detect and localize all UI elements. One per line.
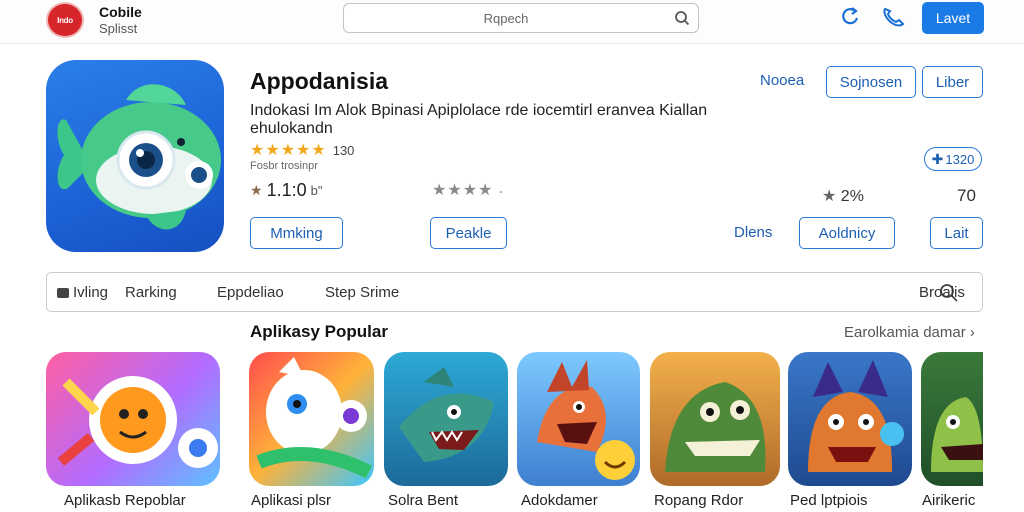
likes-count: 1320 [945, 151, 975, 167]
liber-button[interactable]: Liber [922, 66, 983, 98]
brand-subtitle: Splisst [99, 21, 138, 36]
see-all-link[interactable]: Earolkamia damar › [844, 324, 975, 341]
app-card-1[interactable] [46, 352, 220, 486]
grey-rating: ★★★★ - [432, 180, 504, 200]
tab-step-srime[interactable]: Step Srime [325, 284, 399, 301]
search-input[interactable]: Rqpech [343, 3, 699, 33]
lait-button[interactable]: Lait [930, 217, 983, 249]
app-card-3[interactable] [384, 352, 508, 486]
see-all-label: Earolkamia damar [844, 324, 966, 341]
app-card-label: Airikeric [922, 492, 976, 509]
price-row: ★ 1.1:0 b" [250, 180, 322, 201]
app-card-5[interactable] [650, 352, 780, 486]
category-tabs: Ivling Rarking Eppdeliao Step Srime Broa… [46, 272, 983, 312]
search-placeholder: Rqpech [483, 11, 529, 26]
peakle-button[interactable]: Peakle [430, 217, 507, 249]
phone-icon[interactable] [880, 6, 906, 28]
browse-label[interactable]: Broalis [919, 284, 965, 301]
grey-suffix: - [498, 184, 504, 198]
app-description: Indokasi Im Alok Bpinasi Apiplolace rde … [250, 102, 708, 137]
login-button[interactable]: Lavet [922, 2, 984, 34]
app-card-7[interactable] [921, 352, 983, 486]
rating-stars: ★★★★★ [250, 142, 327, 159]
app-card-label: Adokdamer [521, 492, 598, 509]
thumbs-up-icon: ✚ [931, 150, 944, 167]
stat-percent: ★ 2% [822, 186, 864, 206]
app-card-label: Aplikasi plsr [251, 492, 332, 509]
star-icon: ★ [822, 188, 837, 205]
likes-badge[interactable]: ✚ 1320 [924, 147, 982, 171]
dlens-link[interactable]: Dlens [734, 224, 772, 241]
rating-count: 130 [332, 142, 355, 158]
price-suffix: b" [310, 183, 323, 198]
small-note: Fosbr trosinpr [250, 160, 318, 172]
refresh-icon[interactable] [840, 6, 862, 28]
chevron-right-icon: › [969, 324, 975, 341]
app-title: Appodanisia [250, 68, 389, 94]
app-icon-fish [46, 60, 224, 252]
tab-ivling[interactable]: Ivling [57, 284, 108, 301]
tab-rarking[interactable]: Rarking [125, 284, 177, 301]
chat-icon [57, 288, 69, 299]
marking-button[interactable]: Mmking [250, 217, 343, 249]
grey-stars: ★★★★ [432, 182, 494, 199]
brand-name: Cobile [99, 4, 142, 20]
stat-percent-value: 2% [840, 188, 864, 205]
logo-text: Indo [57, 15, 73, 25]
star-icon: ★ [250, 182, 263, 198]
sojnosen-button[interactable]: Sojnosen [826, 66, 916, 98]
app-card-6[interactable] [788, 352, 912, 486]
price-value: 1.1:0 [266, 180, 307, 200]
app-card-label: Solra Bent [388, 492, 459, 509]
stat-number: 70 [957, 186, 976, 205]
aoldnicy-button[interactable]: Aoldnicy [799, 217, 895, 249]
app-card-label: Aplikasb Repoblar [64, 492, 186, 509]
store-logo[interactable]: Indo [46, 2, 84, 38]
app-card-4[interactable] [517, 352, 640, 486]
app-card-label: Ped lptpiois [790, 492, 868, 509]
nooea-link[interactable]: Nooea [760, 72, 804, 89]
tab-eppdeliao[interactable]: Eppdeliao [217, 284, 284, 301]
top-bar: Indo Cobile Splisst Rqpech Lavet [0, 0, 1024, 44]
rating-row: ★★★★★ 130 [250, 140, 354, 160]
app-card-label: Ropang Rdor [654, 492, 744, 509]
section-title: Aplikasy Popular [250, 322, 388, 341]
app-card-2[interactable] [249, 352, 374, 486]
search-icon[interactable] [674, 10, 690, 26]
tab-label: Ivling [73, 284, 109, 301]
